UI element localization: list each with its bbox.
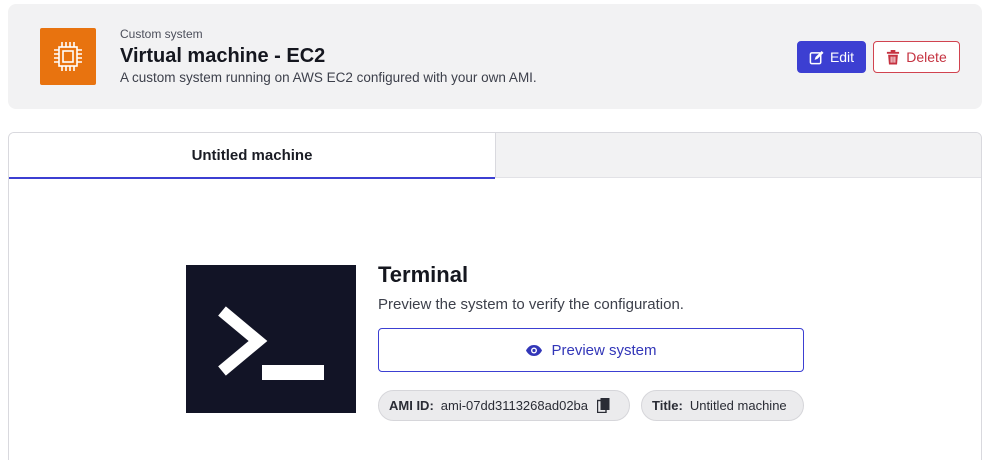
eye-icon — [526, 344, 543, 356]
ami-id-key: AMI ID: — [389, 398, 434, 413]
delete-button-label: Delete — [906, 49, 947, 65]
preview-system-button[interactable]: Preview system — [378, 328, 804, 372]
machine-panel: Untitled machine Terminal Preview the sy… — [8, 132, 982, 460]
copy-icon[interactable] — [597, 398, 610, 413]
page-title: Virtual machine - EC2 — [120, 45, 326, 67]
machine-title-key: Title: — [652, 398, 683, 413]
trash-icon — [887, 49, 900, 65]
edit-button[interactable]: Edit — [797, 41, 866, 73]
system-type-label: Custom system — [120, 27, 203, 41]
machine-title-badge: Title: Untitled machine — [641, 390, 804, 421]
machine-title-value: Untitled machine — [689, 398, 787, 413]
delete-button[interactable]: Delete — [873, 41, 960, 73]
edit-icon — [809, 50, 824, 64]
terminal-description: Preview the system to verify the configu… — [378, 296, 684, 313]
preview-system-label: Preview system — [551, 341, 657, 359]
tab-untitled-machine[interactable]: Untitled machine — [9, 133, 495, 179]
ami-id-value: ami-07dd3113268ad02ba — [440, 398, 589, 413]
machine-tabs: Untitled machine — [9, 133, 981, 179]
tab-empty — [495, 133, 981, 178]
system-header: Custom system Virtual machine - EC2 A cu… — [8, 4, 982, 109]
page-description: A custom system running on AWS EC2 confi… — [120, 70, 537, 85]
terminal-icon — [186, 265, 356, 413]
ami-id-badge: AMI ID: ami-07dd3113268ad02ba — [378, 390, 630, 421]
ec2-chip-icon — [40, 28, 96, 85]
terminal-title: Terminal — [378, 262, 469, 287]
edit-button-label: Edit — [829, 49, 855, 65]
